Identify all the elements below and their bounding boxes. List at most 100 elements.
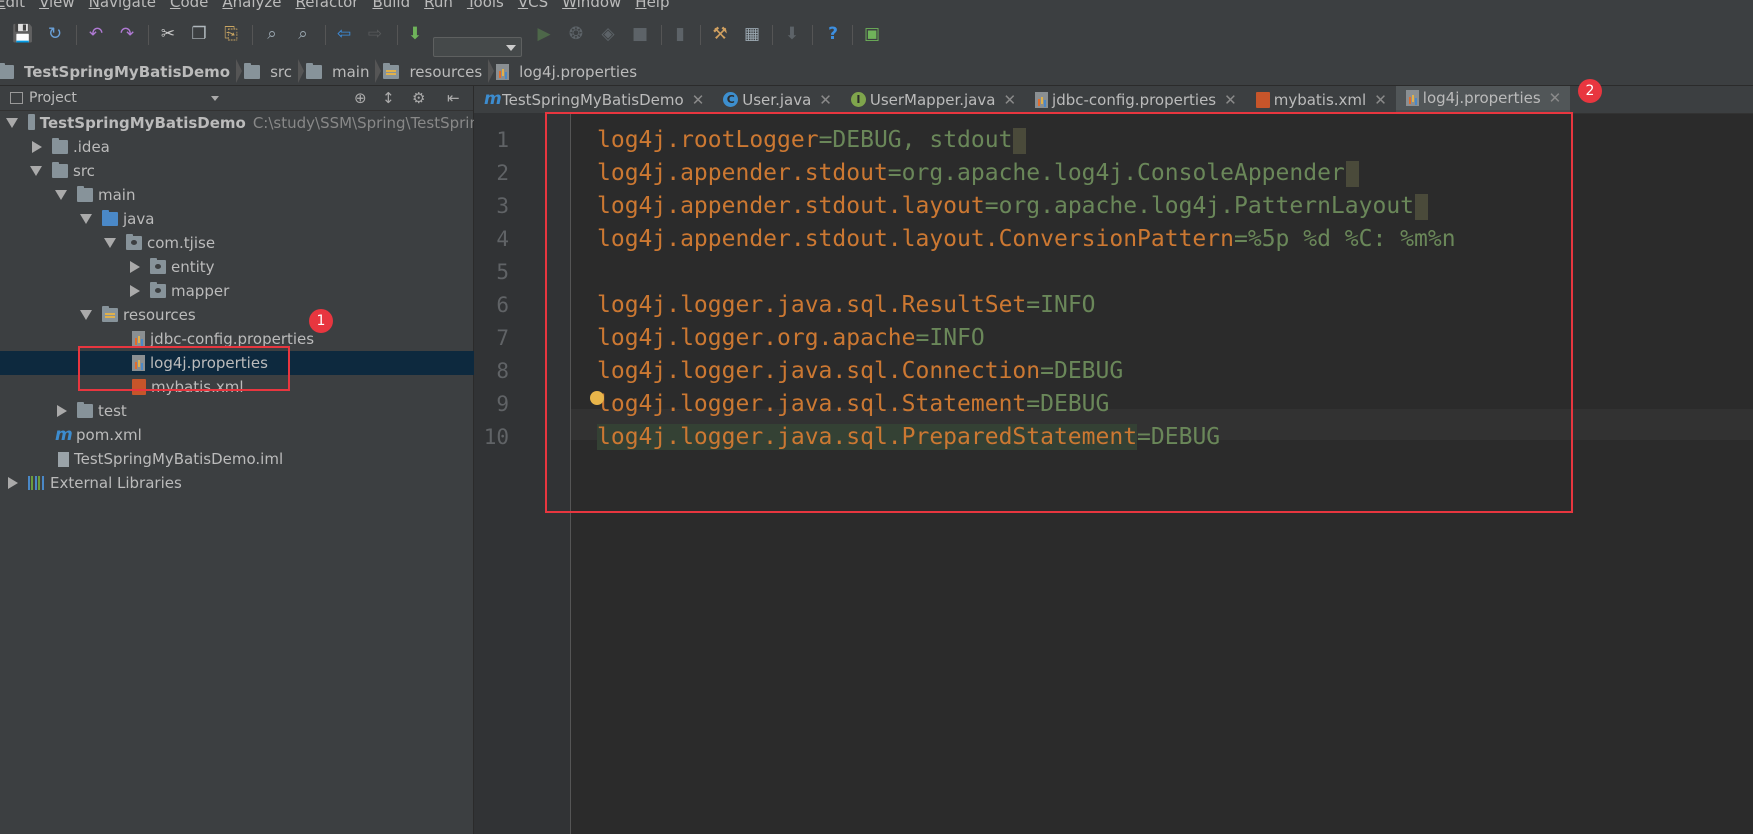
- menu-code[interactable]: Code: [170, 0, 208, 11]
- tree-label: entity: [171, 258, 215, 276]
- scroll-from-source-icon[interactable]: ⊕: [354, 89, 367, 107]
- coverage-icon[interactable]: ◈: [597, 23, 619, 45]
- replace-icon[interactable]: ⌕: [292, 23, 314, 45]
- toolbar-separator: [812, 25, 813, 45]
- line-number: 4: [496, 227, 509, 251]
- tree-item-external-libraries[interactable]: External Libraries: [0, 471, 479, 495]
- copy-icon[interactable]: ❐: [188, 23, 210, 45]
- expand-arrow-icon[interactable]: [80, 310, 92, 320]
- collapse-arrow-icon[interactable]: [130, 285, 140, 297]
- tree-label: External Libraries: [50, 474, 182, 492]
- tree-label: resources: [123, 306, 196, 324]
- settings-icon[interactable]: ⚒: [709, 23, 731, 45]
- tree-label: .idea: [73, 138, 110, 156]
- source-folder-icon: [102, 210, 118, 226]
- undo-icon[interactable]: ↶: [85, 23, 107, 45]
- tab-log4j-properties[interactable]: log4j.properties ✕: [1395, 86, 1571, 113]
- menu-view[interactable]: View: [39, 0, 75, 11]
- close-icon[interactable]: ✕: [1224, 91, 1237, 109]
- project-panel-title[interactable]: Project: [29, 90, 77, 106]
- tree-item-src[interactable]: src: [0, 159, 503, 183]
- tree-item-project-root[interactable]: TestSpringMyBatisDemo C:\study\SSM\Sprin…: [0, 111, 479, 135]
- interface-icon: I: [850, 92, 866, 107]
- tab-testspringmybatisdemo[interactable]: m TestSpringMyBatisDemo ✕: [474, 86, 713, 113]
- tree-item-test[interactable]: test: [0, 399, 528, 423]
- close-icon[interactable]: ✕: [1549, 89, 1562, 107]
- tab-jdbc-config[interactable]: jdbc-config.properties ✕: [1025, 86, 1246, 113]
- debug-icon[interactable]: ❂: [565, 23, 587, 45]
- run-configuration-select[interactable]: [433, 37, 522, 57]
- breadcrumb-item-resources[interactable]: resources: [383, 58, 494, 83]
- tab-usermapper-java[interactable]: I UserMapper.java ✕: [841, 86, 1025, 113]
- expand-arrow-icon[interactable]: [30, 166, 42, 176]
- gear-icon[interactable]: ⚙: [412, 89, 425, 107]
- tree-item-resources[interactable]: resources: [0, 303, 553, 327]
- paste-icon[interactable]: ⎘: [220, 23, 242, 45]
- menu-tools[interactable]: Tools: [467, 0, 504, 11]
- help-icon[interactable]: ?: [822, 23, 844, 45]
- expand-arrow-icon[interactable]: [6, 118, 18, 128]
- breadcrumb-item-log4j[interactable]: log4j.properties: [496, 63, 643, 81]
- breadcrumb-item-main[interactable]: main: [305, 58, 382, 83]
- expand-arrow-icon[interactable]: [55, 190, 67, 200]
- tab-mybatis-xml[interactable]: mybatis.xml ✕: [1246, 86, 1396, 113]
- close-icon[interactable]: ✕: [692, 91, 705, 109]
- terminal-icon[interactable]: ▣: [861, 23, 883, 45]
- menu-vcs[interactable]: VCS: [518, 0, 548, 11]
- menu-window[interactable]: Window: [562, 0, 621, 11]
- annotation-badge-2: 2: [1578, 79, 1602, 103]
- close-icon[interactable]: ✕: [1374, 91, 1387, 109]
- find-icon[interactable]: ⌕: [261, 23, 283, 45]
- expand-arrow-icon[interactable]: [80, 214, 92, 224]
- breadcrumb-item-src[interactable]: src: [244, 58, 304, 83]
- sdk-icon[interactable]: ⬇: [781, 23, 803, 45]
- toolbar-separator: [700, 25, 701, 45]
- tab-user-java[interactable]: C User.java ✕: [713, 86, 841, 113]
- synchronize-icon[interactable]: ↻: [44, 23, 66, 45]
- collapse-arrow-icon[interactable]: [57, 405, 67, 417]
- class-icon: C: [723, 92, 739, 107]
- collapse-arrow-icon[interactable]: [8, 477, 18, 489]
- close-icon[interactable]: ✕: [1003, 91, 1016, 109]
- tree-label: test: [98, 402, 127, 420]
- tree-item-main[interactable]: main: [0, 183, 528, 207]
- menu-edit[interactable]: Edit: [0, 0, 25, 11]
- forward-icon[interactable]: ⇨: [364, 23, 386, 45]
- make-project-icon[interactable]: ⬇: [404, 23, 426, 45]
- tree-item-java[interactable]: java: [0, 207, 553, 231]
- stop-icon[interactable]: ■: [629, 23, 651, 45]
- chevron-down-icon[interactable]: [211, 96, 219, 101]
- expand-arrow-icon[interactable]: [104, 238, 116, 248]
- tree-item-iml[interactable]: TestSpringMyBatisDemo.iml: [0, 447, 531, 471]
- collapse-arrow-icon[interactable]: [32, 141, 42, 153]
- vcs-icon[interactable]: ▮: [669, 23, 691, 45]
- tree-item-idea[interactable]: .idea: [0, 135, 503, 159]
- cut-icon[interactable]: ✂: [157, 23, 179, 45]
- save-all-icon[interactable]: 💾: [12, 23, 34, 45]
- tree-label: java: [123, 210, 155, 228]
- resources-folder-icon: [102, 306, 118, 322]
- close-icon[interactable]: ✕: [819, 91, 832, 109]
- project-structure-icon[interactable]: ▦: [741, 23, 763, 45]
- menu-analyze[interactable]: Analyze: [222, 0, 281, 11]
- menu-build[interactable]: Build: [372, 0, 410, 11]
- run-icon[interactable]: ▶: [533, 23, 555, 45]
- breadcrumb-item-project[interactable]: TestSpringMyBatisDemo: [0, 58, 243, 83]
- menu-navigate[interactable]: Navigate: [89, 0, 156, 11]
- toolbar-separator: [148, 25, 149, 45]
- module-folder-icon: [0, 62, 14, 79]
- back-icon[interactable]: ⇦: [333, 23, 355, 45]
- tree-item-pom[interactable]: m pom.xml: [0, 423, 528, 447]
- collapse-arrow-icon[interactable]: [130, 261, 140, 273]
- breadcrumb-label: src: [270, 62, 292, 81]
- breadcrumb-label: log4j.properties: [519, 62, 638, 81]
- menu-items: Edit View Navigate Code Analyze Refactor…: [0, 0, 670, 11]
- tree-label: src: [73, 162, 95, 180]
- menu-refactor[interactable]: Refactor: [296, 0, 359, 11]
- menu-run[interactable]: Run: [424, 0, 453, 11]
- hide-panel-icon[interactable]: ⇤: [447, 89, 460, 107]
- menu-help[interactable]: Help: [635, 0, 669, 11]
- collapse-all-icon[interactable]: ↕: [382, 89, 395, 107]
- line-number: 10: [483, 425, 509, 449]
- redo-icon[interactable]: ↷: [116, 23, 138, 45]
